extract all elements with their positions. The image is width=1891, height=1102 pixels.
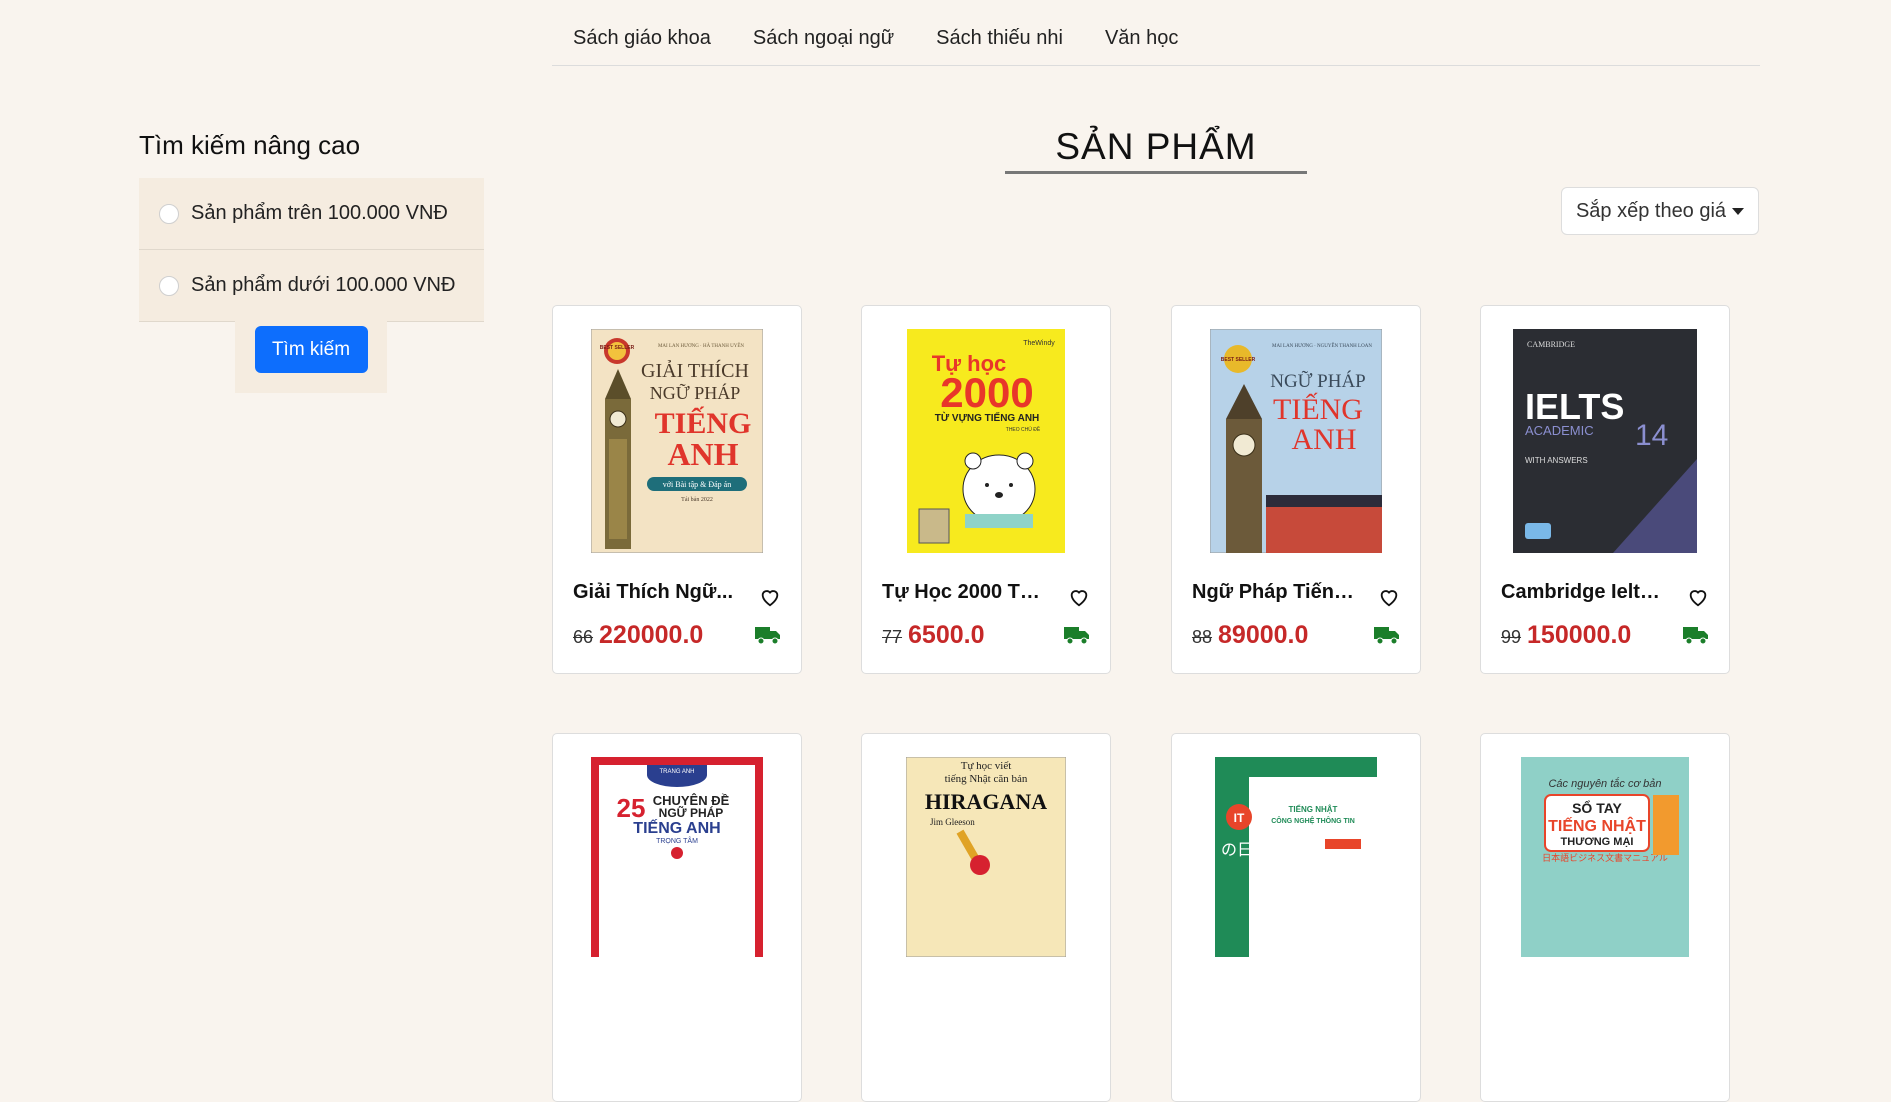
product-card[interactable]: BEST SELLER MAI LAN HƯƠNG · NGUYỄN THANH… [1171, 305, 1421, 674]
cover-title-line: TỪ VỰNG TIẾNG ANH [935, 411, 1040, 424]
old-price: 88 [1192, 627, 1213, 647]
product-title[interactable]: Tự Học 2000 Từ... [882, 581, 1047, 604]
current-price: 89000.0 [1218, 621, 1309, 649]
product-cover-image[interactable]: TIẾNG NHẬT CÔNG NGHỆ THÔNG TIN IT の日 [1215, 757, 1377, 957]
old-price: 66 [573, 627, 594, 647]
cover-band: với Bài tập & Đáp án [663, 480, 731, 489]
cover-author: MAI LAN HƯƠNG · NGUYỄN THANH LOAN [1272, 343, 1372, 349]
cover-title-line: THƯƠNG MẠI [1561, 836, 1634, 848]
nav-link-children[interactable]: Sách thiếu nhi [915, 27, 1084, 50]
cover-title-line: CÔNG NGHỆ THÔNG TIN [1271, 816, 1355, 825]
cover-brand: CAMBRIDGE [1527, 340, 1575, 349]
heart-icon[interactable] [1378, 586, 1400, 608]
cover-japanese: の日 [1221, 840, 1253, 859]
product-cover-image[interactable]: BEST SELLER MAI LAN HƯƠNG · HÀ THANH UYÊ… [591, 329, 763, 553]
nav-link-literature[interactable]: Văn học [1084, 27, 1199, 50]
current-price: 220000.0 [599, 621, 704, 649]
caret-down-icon [1732, 207, 1745, 215]
radio-under-100k[interactable] [159, 275, 179, 296]
cover-tag: BEST SELLER [1221, 357, 1256, 363]
product-cover-image[interactable]: TheWindy Tự học 2000 TỪ VỰNG TIẾNG ANH T… [907, 329, 1065, 553]
cover-title-line: NGỮ PHÁP [1270, 370, 1366, 392]
cover-title-big: IELTS [1525, 386, 1624, 427]
current-price: 6500.0 [908, 621, 985, 649]
cover-title-line: tiếng Nhật căn bản [945, 773, 1028, 785]
product-card[interactable]: Các nguyên tắc cơ bản SỔ TAY TIẾNG NHẬT … [1480, 733, 1730, 1102]
cover-author: MAI LAN HƯƠNG · HÀ THANH UYÊN [658, 343, 744, 349]
cover-badge: IT [1234, 811, 1245, 825]
top-nav: Sách giáo khoa Sách ngoại ngữ Sách thiếu… [552, 0, 1760, 66]
truck-icon [1374, 627, 1399, 645]
heart-icon[interactable] [759, 586, 781, 608]
cover-title-big: TIẾNG [655, 406, 752, 440]
product-title[interactable]: Giải Thích Ngữ... [573, 581, 738, 604]
cover-title-line: SỔ TAY [1572, 799, 1622, 816]
product-card[interactable]: TRANG ANH 25 CHUYÊN ĐỀ NGỮ PHÁP TIẾNG AN… [552, 733, 802, 1102]
old-price: 77 [882, 627, 903, 647]
cover-title-big: ANH [667, 436, 738, 472]
sort-by-price-dropdown[interactable]: Sắp xếp theo giá [1561, 187, 1759, 235]
price-row: 99 150000.0 [1501, 621, 1631, 650]
cover-subtitle: TRỌNG TÂM [656, 836, 698, 845]
cover-title-big: HIRAGANA [925, 789, 1047, 814]
product-cover-image[interactable]: Tự học viết tiếng Nhật căn bản HIRAGANA … [906, 757, 1066, 957]
product-cover-image[interactable]: BEST SELLER MAI LAN HƯƠNG · NGUYỄN THANH… [1210, 329, 1382, 553]
advanced-search-sidebar: Tìm kiếm nâng cao Sản phẩm trên 100.000 … [139, 128, 484, 322]
price-row: 66 220000.0 [573, 621, 703, 650]
product-card[interactable]: TheWindy Tự học 2000 TỪ VỰNG TIẾNG ANH T… [861, 305, 1111, 674]
product-title[interactable]: Cambridge Ielts 1... [1501, 581, 1666, 604]
product-card[interactable]: TIẾNG NHẬT CÔNG NGHỆ THÔNG TIN IT の日 [1171, 733, 1421, 1102]
old-price: 99 [1501, 627, 1522, 647]
search-button[interactable]: Tìm kiếm [254, 326, 368, 373]
product-cover-image[interactable]: Các nguyên tắc cơ bản SỔ TAY TIẾNG NHẬT … [1521, 757, 1689, 957]
cover-title-big: TIẾNG NHẬT [1548, 816, 1646, 835]
cover-subtitle: THEO CHỦ ĐỀ [1006, 426, 1041, 433]
cover-with: WITH ANSWERS [1525, 456, 1588, 465]
cover-tag: BEST SELLER [600, 345, 635, 351]
cover-title-big: 2000 [940, 369, 1033, 416]
filter-label: Sản phẩm trên 100.000 VNĐ [191, 202, 448, 224]
cover-title-line: TIẾNG NHẬT [1289, 804, 1338, 814]
heart-icon[interactable] [1068, 586, 1090, 608]
nav-link-foreign-language[interactable]: Sách ngoại ngữ [732, 27, 915, 50]
truck-icon [1683, 627, 1708, 645]
cover-number: 14 [1635, 419, 1668, 452]
sidebar-title: Tìm kiếm nâng cao [139, 130, 361, 160]
product-title[interactable]: Ngữ Pháp Tiếng... [1192, 581, 1357, 604]
heart-icon[interactable] [1687, 586, 1709, 608]
product-cover-image[interactable]: CAMBRIDGE IELTS ACADEMIC 14 WITH ANSWERS [1513, 329, 1697, 553]
cover-title-big: TIẾNG ANH [633, 818, 720, 837]
cover-top: TRANG ANH [659, 769, 694, 775]
sort-label: Sắp xếp theo giá [1575, 199, 1727, 222]
current-price: 150000.0 [1527, 621, 1632, 649]
truck-icon [755, 627, 780, 645]
filter-list: Sản phẩm trên 100.000 VNĐ Sản phẩm dưới … [139, 178, 484, 322]
cover-title-line: NGỮ PHÁP [659, 805, 724, 820]
product-card[interactable]: Tự học viết tiếng Nhật căn bản HIRAGANA … [861, 733, 1111, 1102]
product-card[interactable]: BEST SELLER MAI LAN HƯƠNG · HÀ THANH UYÊ… [552, 305, 802, 674]
truck-icon [1064, 627, 1089, 645]
cover-author: Jim Gleeson [930, 817, 975, 827]
cover-title-line: Các nguyên tắc cơ bản [1548, 777, 1661, 790]
cover-title-line: NGỮ PHÁP [650, 382, 740, 403]
cover-title-line: GIẢI THÍCH [641, 359, 749, 382]
nav-link-textbooks[interactable]: Sách giáo khoa [552, 27, 732, 50]
price-row: 77 6500.0 [882, 621, 985, 650]
cover-japanese: 日本語ビジネス文書マニュアル [1542, 852, 1668, 864]
filter-label: Sản phẩm dưới 100.000 VNĐ [191, 274, 456, 296]
page-title: SẢN PHẨM [1005, 122, 1307, 174]
cover-number: 25 [617, 793, 646, 823]
cover-brand: TheWindy [1023, 340, 1055, 347]
cover-title-big: ANH [1292, 423, 1357, 456]
product-cover-image[interactable]: TRANG ANH 25 CHUYÊN ĐỀ NGỮ PHÁP TIẾNG AN… [591, 757, 763, 957]
cover-subtitle: ACADEMIC [1525, 423, 1594, 438]
radio-over-100k[interactable] [159, 203, 179, 224]
price-row: 88 89000.0 [1192, 621, 1308, 650]
search-button-wrap: Tìm kiếm [235, 306, 387, 393]
cover-title-line: Tự học viết [961, 760, 1012, 772]
cover-title-big: TIẾNG [1273, 392, 1363, 426]
filter-over-100k[interactable]: Sản phẩm trên 100.000 VNĐ [139, 178, 484, 250]
cover-edition: Tái bản 2022 [681, 497, 713, 503]
product-card[interactable]: CAMBRIDGE IELTS ACADEMIC 14 WITH ANSWERS… [1480, 305, 1730, 674]
